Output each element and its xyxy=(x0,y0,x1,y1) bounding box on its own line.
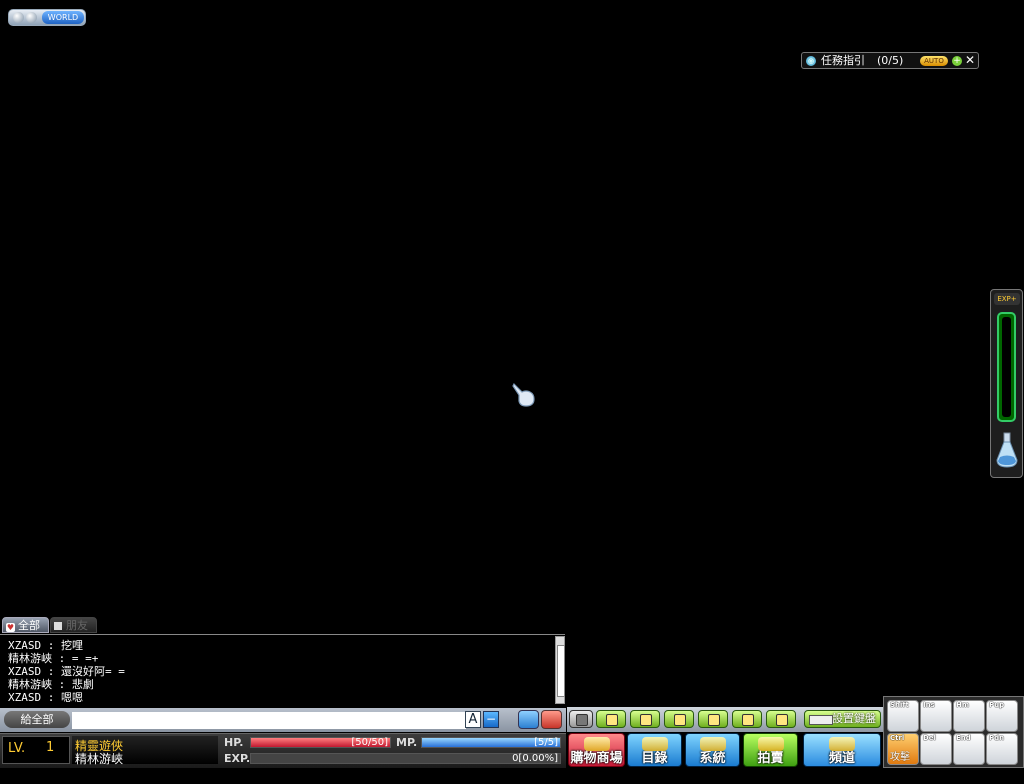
mp-value: [5/5] xyxy=(534,737,558,748)
hotkey-slot[interactable]: End xyxy=(953,733,985,765)
toggle-icon xyxy=(576,714,588,726)
world-button[interactable]: WORLD xyxy=(8,9,86,26)
chat-log: XZASD : 挖哩 精林游峽 : = =+ XZASD : 還沒好阿= = 精… xyxy=(0,634,565,706)
chat-tab-all-label: 全部 xyxy=(18,619,40,632)
skills-icon xyxy=(674,714,686,726)
hotkey-key-name: Pdn xyxy=(989,734,1005,742)
keyboard-icon xyxy=(809,715,833,725)
world-orb-icon xyxy=(26,12,37,23)
character-name: 精林游峽 xyxy=(75,752,124,766)
system-button[interactable]: 系統 xyxy=(685,733,740,767)
cash-shop-button[interactable]: 購物商場 xyxy=(568,733,625,767)
quest-helper: ◎ 任務指引 (0/5) AUTO + ✕ xyxy=(801,52,979,69)
key-setting-label: 設置鍵盤 xyxy=(832,712,876,725)
inventory-button[interactable] xyxy=(732,710,762,728)
heart-icon: ♥ xyxy=(6,623,15,632)
auction-button[interactable]: 拍賣 xyxy=(743,733,798,767)
hotkey-slot[interactable]: Pdn xyxy=(986,733,1018,765)
world-label: WORLD xyxy=(42,11,84,24)
quest-helper-title: 任務指引 xyxy=(821,54,865,67)
exp-value: 0[0.00%] xyxy=(512,753,558,764)
checkbox-icon xyxy=(54,622,62,630)
scrollbar-thumb[interactable] xyxy=(557,645,565,697)
hotkey-slot[interactable]: Ctrl 攻擊 xyxy=(887,733,919,765)
auction-label: 拍賣 xyxy=(757,751,784,766)
hotkey-key-name: Ctrl xyxy=(890,734,905,742)
hotkey-slot[interactable]: Ins xyxy=(920,700,952,732)
quest-auto-button[interactable]: AUTO xyxy=(920,56,948,66)
potion-flask-icon[interactable] xyxy=(995,432,1019,468)
level-label: LV. xyxy=(8,741,26,756)
hp-label: HP. xyxy=(224,736,244,749)
hotkey-key-name: Shift xyxy=(890,701,909,709)
exp-label: EXP. xyxy=(224,752,251,765)
chat-tab-all[interactable]: ♥ 全部 xyxy=(2,617,49,633)
hotkey-key-name: End xyxy=(956,734,971,742)
whisper-icon[interactable] xyxy=(541,710,562,729)
quick-menu-toggle-button[interactable] xyxy=(569,710,593,728)
chat-tab-friends-label: 朋友 xyxy=(66,619,88,632)
channel-label: 頻道 xyxy=(828,751,855,766)
exp-boost-panel: EXP+ xyxy=(990,289,1023,478)
stats-button[interactable] xyxy=(630,710,660,728)
quest-icon: ◎ xyxy=(806,56,816,66)
quest-helper-count: (0/5) xyxy=(877,54,904,67)
hotkey-key-name: Hm xyxy=(956,701,970,709)
exp-boost-label: EXP+ xyxy=(994,293,1020,305)
level-value: 1 xyxy=(46,740,55,755)
inventory-icon xyxy=(742,714,754,726)
quest-close-button[interactable]: ✕ xyxy=(965,53,975,68)
hotkey-key-name: Pup xyxy=(989,701,1005,709)
character-button[interactable] xyxy=(596,710,626,728)
chat-scrollbar[interactable] xyxy=(555,636,565,704)
channel-icon xyxy=(829,737,855,751)
hand-cursor-icon xyxy=(512,382,535,407)
gear-icon xyxy=(699,737,726,751)
menu-label: 目錄 xyxy=(641,751,668,766)
font-button[interactable]: A xyxy=(465,711,481,728)
skills-button[interactable] xyxy=(664,710,694,728)
menu-button[interactable]: 目錄 xyxy=(627,733,682,767)
equipment-icon xyxy=(776,714,788,726)
quest-button[interactable] xyxy=(698,710,728,728)
chat-message: XZASD : 挖哩 xyxy=(8,639,83,652)
chat-message: XZASD : 嗯嗯 xyxy=(8,691,83,704)
hp-value: [50/50] xyxy=(351,737,388,748)
cash-shop-label: 購物商場 xyxy=(570,751,623,766)
hotkey-slot[interactable]: Del xyxy=(920,733,952,765)
quest-add-button[interactable]: + xyxy=(952,56,962,66)
hotkey-label: 攻擊 xyxy=(890,752,910,763)
chat-minimize-button[interactable]: − xyxy=(483,711,499,728)
auction-icon xyxy=(757,737,784,751)
chat-tab-friends[interactable]: 朋友 xyxy=(50,617,97,633)
chat-target-select[interactable]: 給全部 xyxy=(4,711,70,728)
character-icon xyxy=(606,714,618,726)
hotkey-slot[interactable]: Pup xyxy=(986,700,1018,732)
chat-message: XZASD : 還沒好阿= = xyxy=(8,665,125,678)
channel-button[interactable]: 頻道 xyxy=(803,733,881,767)
key-setting-button[interactable]: 設置鍵盤 xyxy=(804,710,881,728)
book-icon xyxy=(641,737,668,751)
exp-gauge xyxy=(997,312,1016,422)
coins-icon xyxy=(583,737,610,751)
hotkey-slot[interactable]: Shift xyxy=(887,700,919,732)
chat-message: 精林游峽 : = =+ xyxy=(8,652,99,665)
hotkey-key-name: Ins xyxy=(923,701,935,709)
system-label: 系統 xyxy=(699,751,726,766)
hotkey-slot[interactable]: Hm xyxy=(953,700,985,732)
equipment-button[interactable] xyxy=(766,710,796,728)
world-orb-icon xyxy=(13,12,24,23)
chat-input[interactable] xyxy=(72,712,466,729)
stats-icon xyxy=(640,714,652,726)
speech-bubble-icon[interactable] xyxy=(518,710,539,729)
mp-label: MP. xyxy=(396,736,418,749)
chat-message: 精林游峽 : 悲劇 xyxy=(8,678,94,691)
hotkey-key-name: Del xyxy=(923,734,936,742)
quest-icon xyxy=(708,714,720,726)
